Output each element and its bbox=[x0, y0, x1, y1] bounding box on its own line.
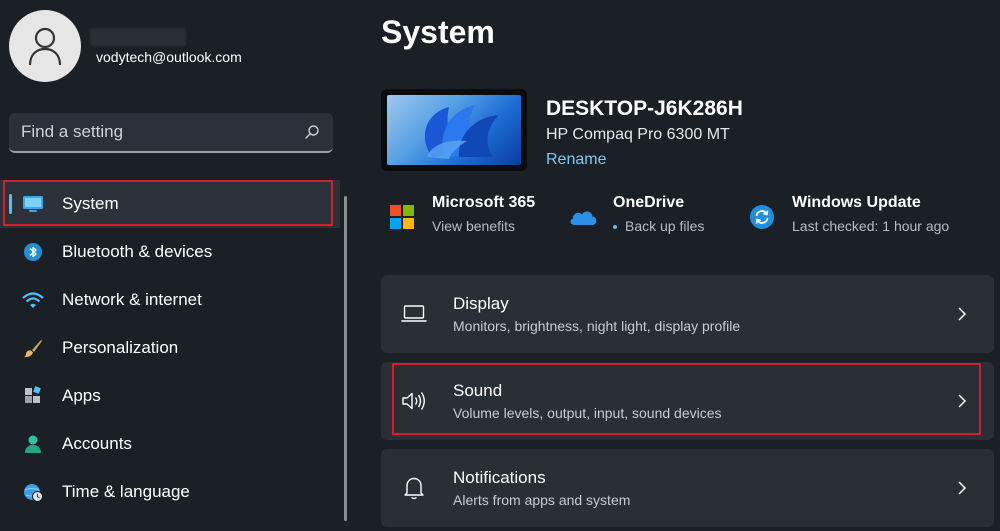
sidebar-scrollbar[interactable] bbox=[344, 196, 347, 521]
search-icon[interactable] bbox=[303, 123, 321, 141]
main-content: System DESKTOP-J6K286H HP Compaq Pro 630… bbox=[350, 0, 1000, 531]
quick-link-onedrive[interactable]: OneDrive Back up files bbox=[568, 194, 704, 242]
page-title: System bbox=[381, 14, 495, 50]
sidebar-item-label: Personalization bbox=[62, 338, 179, 357]
sidebar-item-label: Network & internet bbox=[62, 290, 202, 309]
cloud-icon bbox=[568, 202, 598, 232]
card-subtitle: Monitors, brightness, night light, displ… bbox=[453, 318, 741, 334]
globe-clock-icon bbox=[22, 481, 44, 503]
device-name: DESKTOP-J6K286H bbox=[546, 97, 743, 120]
chevron-right-icon bbox=[954, 480, 970, 496]
status-dot-icon bbox=[613, 225, 617, 230]
avatar[interactable] bbox=[9, 10, 81, 82]
chevron-right-icon bbox=[954, 306, 970, 322]
sidebar-item-label: Bluetooth & devices bbox=[62, 242, 213, 261]
annotation-highlight-box bbox=[3, 180, 333, 226]
device-thumbnail bbox=[381, 89, 527, 171]
sidebar-item-label: Time & language bbox=[62, 482, 190, 501]
search-box[interactable] bbox=[9, 113, 333, 153]
sidebar-item-accounts[interactable]: Accounts bbox=[0, 420, 340, 468]
rename-link[interactable]: Rename bbox=[546, 151, 606, 169]
chevron-right-icon bbox=[954, 393, 970, 409]
sidebar-item-bluetooth-devices[interactable]: Bluetooth & devices bbox=[0, 228, 340, 276]
quick-link-subtitle: View benefits bbox=[432, 218, 516, 234]
sidebar-item-label: Accounts bbox=[62, 434, 132, 453]
sidebar-item-network-internet[interactable]: Network & internet bbox=[0, 276, 340, 324]
sidebar-item-apps[interactable]: Apps bbox=[0, 372, 340, 420]
settings-card-notifications[interactable]: Notifications Alerts from apps and syste… bbox=[381, 449, 994, 527]
sidebar-nav: System Bluetooth & devices Network & int… bbox=[0, 180, 340, 516]
device-model: HP Compaq Pro 6300 MT bbox=[546, 126, 730, 143]
sidebar-item-label: System bbox=[62, 194, 119, 213]
brush-icon bbox=[22, 337, 44, 359]
quick-link-microsoft-365[interactable]: Microsoft 365 View benefits bbox=[387, 194, 535, 242]
quick-link-windows-update[interactable]: Windows Update Last checked: 1 hour ago bbox=[747, 194, 949, 242]
card-title: Notifications bbox=[453, 468, 546, 487]
card-subtitle: Volume levels, output, input, sound devi… bbox=[453, 405, 722, 421]
sidebar-item-time-language[interactable]: Time & language bbox=[0, 468, 340, 516]
settings-card-display[interactable]: Display Monitors, brightness, night ligh… bbox=[381, 275, 994, 353]
sidebar-item-system[interactable]: System bbox=[0, 180, 340, 228]
quick-link-title: Windows Update bbox=[792, 194, 921, 211]
quick-link-title: Microsoft 365 bbox=[432, 194, 536, 211]
sidebar: vodytech@outlook.com System bbox=[0, 0, 350, 531]
sidebar-item-label: Apps bbox=[62, 386, 101, 405]
quick-link-subtitle: Last checked: 1 hour ago bbox=[792, 218, 950, 234]
quick-link-subtitle: Back up files bbox=[625, 218, 705, 234]
bell-icon bbox=[401, 475, 427, 501]
account-email: vodytech@outlook.com bbox=[96, 49, 242, 65]
card-subtitle: Alerts from apps and system bbox=[453, 492, 631, 508]
bluetooth-icon bbox=[22, 241, 44, 263]
sidebar-item-personalization[interactable]: Personalization bbox=[0, 324, 340, 372]
quick-link-title: OneDrive bbox=[613, 194, 685, 211]
wifi-icon bbox=[22, 289, 44, 311]
person-icon bbox=[28, 27, 62, 66]
sync-icon bbox=[747, 202, 777, 232]
display-icon bbox=[22, 193, 44, 215]
person-icon bbox=[22, 433, 44, 455]
speaker-icon bbox=[401, 388, 427, 414]
search-input[interactable] bbox=[21, 122, 303, 142]
microsoft-logo-icon bbox=[387, 202, 417, 232]
wallpaper-bloom-image bbox=[387, 95, 521, 165]
redacted-account-name bbox=[90, 28, 186, 46]
card-title: Sound bbox=[453, 381, 503, 400]
apps-icon bbox=[22, 385, 44, 407]
laptop-icon bbox=[401, 301, 427, 327]
card-title: Display bbox=[453, 294, 509, 313]
settings-card-sound[interactable]: Sound Volume levels, output, input, soun… bbox=[381, 362, 994, 440]
